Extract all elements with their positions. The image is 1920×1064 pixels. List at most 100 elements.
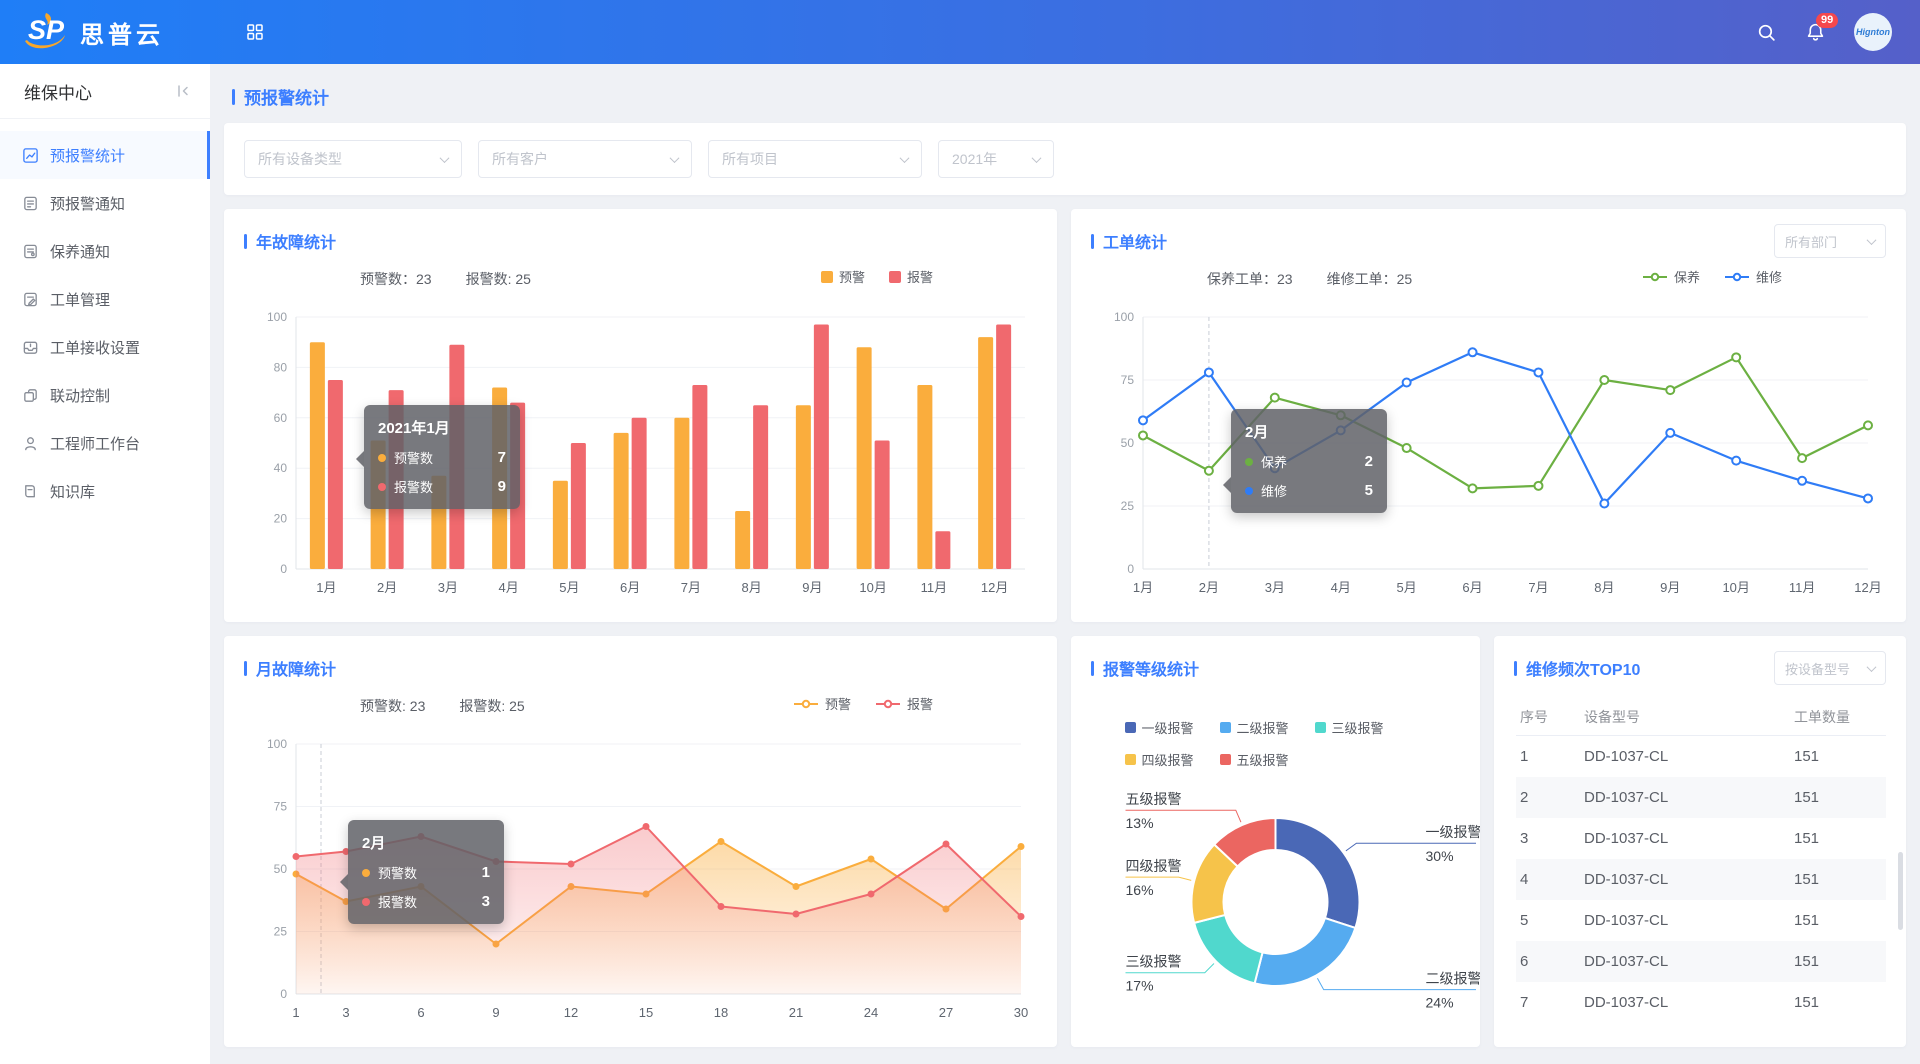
- svg-text:一级报警: 一级报警: [1426, 824, 1481, 840]
- svg-text:24: 24: [864, 1005, 878, 1020]
- table-row[interactable]: 7DD-1037-CL151: [1516, 982, 1886, 1023]
- legend-item-保养[interactable]: 保养: [1642, 267, 1700, 286]
- department-select[interactable]: 所有部门: [1774, 224, 1886, 258]
- brand-logo[interactable]: SP 思普云: [0, 11, 212, 53]
- svg-text:0: 0: [280, 987, 287, 1001]
- apps-grid-icon[interactable]: [246, 23, 264, 41]
- table-row[interactable]: 2DD-1037-CL151: [1516, 777, 1886, 818]
- sidebar-item-workorder-receive[interactable]: 工单接收设置: [0, 323, 210, 371]
- stat-text: 维修工单：25: [1327, 269, 1413, 289]
- device-model-sort-button[interactable]: 按设备型号: [1774, 651, 1886, 685]
- sidebar-item-label: 工单管理: [50, 289, 110, 310]
- engineer-workbench-icon: [22, 435, 39, 452]
- chart-legend: 保养 维修: [1642, 267, 1782, 286]
- avatar[interactable]: Hignton: [1854, 13, 1892, 51]
- svg-text:6月: 6月: [1462, 580, 1482, 595]
- svg-text:75: 75: [1121, 373, 1135, 387]
- sidebar-menu: 预报警统计预报警通知保养通知工单管理工单接收设置联动控制工程师工作台知识库: [0, 119, 210, 515]
- sidebar-item-label: 知识库: [50, 481, 95, 502]
- sidebar-item-label: 工单接收设置: [50, 337, 140, 358]
- sidebar-title: 维保中心: [24, 79, 92, 104]
- legend-item-报警[interactable]: 报警: [875, 694, 933, 713]
- legend-item-报警[interactable]: 报警: [889, 267, 933, 286]
- sidebar-item-maintain-notice[interactable]: 保养通知: [0, 227, 210, 275]
- avatar-text: Hignton: [1856, 27, 1890, 37]
- legend-item-三级报警[interactable]: 三级报警: [1315, 718, 1384, 737]
- filter-select-2[interactable]: 所有项目: [708, 140, 922, 178]
- alert-notice-icon: [22, 195, 39, 212]
- svg-text:15: 15: [639, 1005, 653, 1020]
- sidebar-item-knowledge-base[interactable]: 知识库: [0, 467, 210, 515]
- work-order-card: 工单统计 所有部门 保养工单：23维修工单：25 保养维修 0255075100…: [1071, 209, 1906, 622]
- legend-item-预警[interactable]: 预警: [793, 694, 851, 713]
- sidebar-item-engineer-workbench[interactable]: 工程师工作台: [0, 419, 210, 467]
- legend-item-一级报警[interactable]: 一级报警: [1125, 718, 1194, 737]
- notifications-bell[interactable]: 99: [1805, 22, 1826, 43]
- square-marker-icon: [1315, 722, 1326, 733]
- app-header: SP 思普云 99 Hignton: [0, 0, 1920, 64]
- legend-item-维修[interactable]: 维修: [1724, 267, 1782, 286]
- svg-text:40: 40: [274, 461, 288, 475]
- svg-text:4月: 4月: [499, 580, 519, 595]
- svg-text:27: 27: [939, 1005, 953, 1020]
- square-marker-icon: [821, 271, 833, 283]
- line-chart[interactable]: 02550751001月2月3月4月5月6月7月8月9月10月11月12月: [1091, 303, 1884, 603]
- svg-text:20: 20: [274, 512, 288, 526]
- legend-item-预警[interactable]: 预警: [821, 267, 865, 286]
- svg-text:100: 100: [1114, 310, 1134, 324]
- chevron-down-icon: [440, 153, 450, 163]
- sidebar-item-linkage-control[interactable]: 联动控制: [0, 371, 210, 419]
- svg-text:12月: 12月: [981, 580, 1008, 595]
- stat-text: 保养工单：23: [1207, 269, 1293, 289]
- svg-text:9月: 9月: [802, 580, 822, 595]
- svg-text:7月: 7月: [681, 580, 701, 595]
- chart-stats: 预警数：23报警数: 25: [360, 269, 531, 289]
- sidebar-item-label: 预报警统计: [50, 145, 125, 166]
- svg-text:3月: 3月: [438, 580, 458, 595]
- legend-item-二级报警[interactable]: 二级报警: [1220, 718, 1289, 737]
- table-scrollbar[interactable]: [1898, 852, 1903, 930]
- chart-stats: 保养工单：23 维修工单：25: [1207, 269, 1412, 289]
- sidebar: 维保中心 预报警统计预报警通知保养通知工单管理工单接收设置联动控制工程师工作台知…: [0, 64, 210, 1064]
- table-row[interactable]: 6DD-1037-CL151: [1516, 941, 1886, 982]
- svg-text:50: 50: [274, 862, 288, 876]
- table-row[interactable]: 1DD-1037-CL151: [1516, 736, 1886, 777]
- svg-text:0: 0: [1127, 562, 1134, 576]
- bar-chart-tooltip: 2021年1月 预警数7报警数9: [364, 405, 520, 509]
- sidebar-item-label: 预报警通知: [50, 193, 125, 214]
- filter-bar: 所有设备类型所有客户所有项目 2021年: [224, 123, 1906, 195]
- card-title-work-order: 工单统计: [1103, 229, 1167, 253]
- svg-text:4月: 4月: [1331, 580, 1351, 595]
- sidebar-item-stats-chart[interactable]: 预报警统计: [0, 131, 210, 179]
- sidebar-collapse-icon[interactable]: [174, 82, 192, 100]
- alarm-level-card: 报警等级统计 一级报警二级报警三级报警四级报警五级报警 一级报警30%二级报警2…: [1071, 636, 1480, 1047]
- sidebar-item-workorder-manage[interactable]: 工单管理: [0, 275, 210, 323]
- tooltip-row: 维修5: [1245, 481, 1373, 500]
- sidebar-item-alert-notice[interactable]: 预报警通知: [0, 179, 210, 227]
- svg-text:16%: 16%: [1126, 882, 1154, 898]
- svg-text:3: 3: [342, 1005, 349, 1020]
- svg-text:30: 30: [1014, 1005, 1028, 1020]
- filter-select-3[interactable]: 2021年: [938, 140, 1054, 178]
- filter-select-0[interactable]: 所有设备类型: [244, 140, 462, 178]
- svg-text:11月: 11月: [1789, 580, 1816, 595]
- svg-text:2月: 2月: [377, 580, 397, 595]
- table-row[interactable]: 5DD-1037-CL151: [1516, 900, 1886, 941]
- stat-text: 预警数: 23: [360, 696, 425, 716]
- line-marker-icon: [1724, 272, 1750, 282]
- stat-text: 报警数: 25: [466, 269, 531, 289]
- line-marker-icon: [793, 699, 819, 709]
- filter-select-1[interactable]: 所有客户: [478, 140, 692, 178]
- chevron-down-icon: [1867, 662, 1877, 672]
- search-icon[interactable]: [1756, 22, 1777, 43]
- chevron-down-icon: [900, 153, 910, 163]
- table-row[interactable]: 3DD-1037-CL151: [1516, 818, 1886, 859]
- svg-text:17%: 17%: [1126, 978, 1154, 994]
- svg-text:0: 0: [280, 562, 287, 576]
- svg-text:24%: 24%: [1426, 995, 1454, 1011]
- tooltip-row: 报警数3: [362, 892, 490, 911]
- chart-legend: 预警 报警: [821, 267, 933, 286]
- table-row[interactable]: 4DD-1037-CL151: [1516, 859, 1886, 900]
- donut-chart[interactable]: 一级报警30%二级报警24%三级报警17%四级报警16%五级报警13%: [1071, 754, 1480, 1044]
- area-chart-tooltip: 2月 预警数1报警数3: [348, 820, 504, 924]
